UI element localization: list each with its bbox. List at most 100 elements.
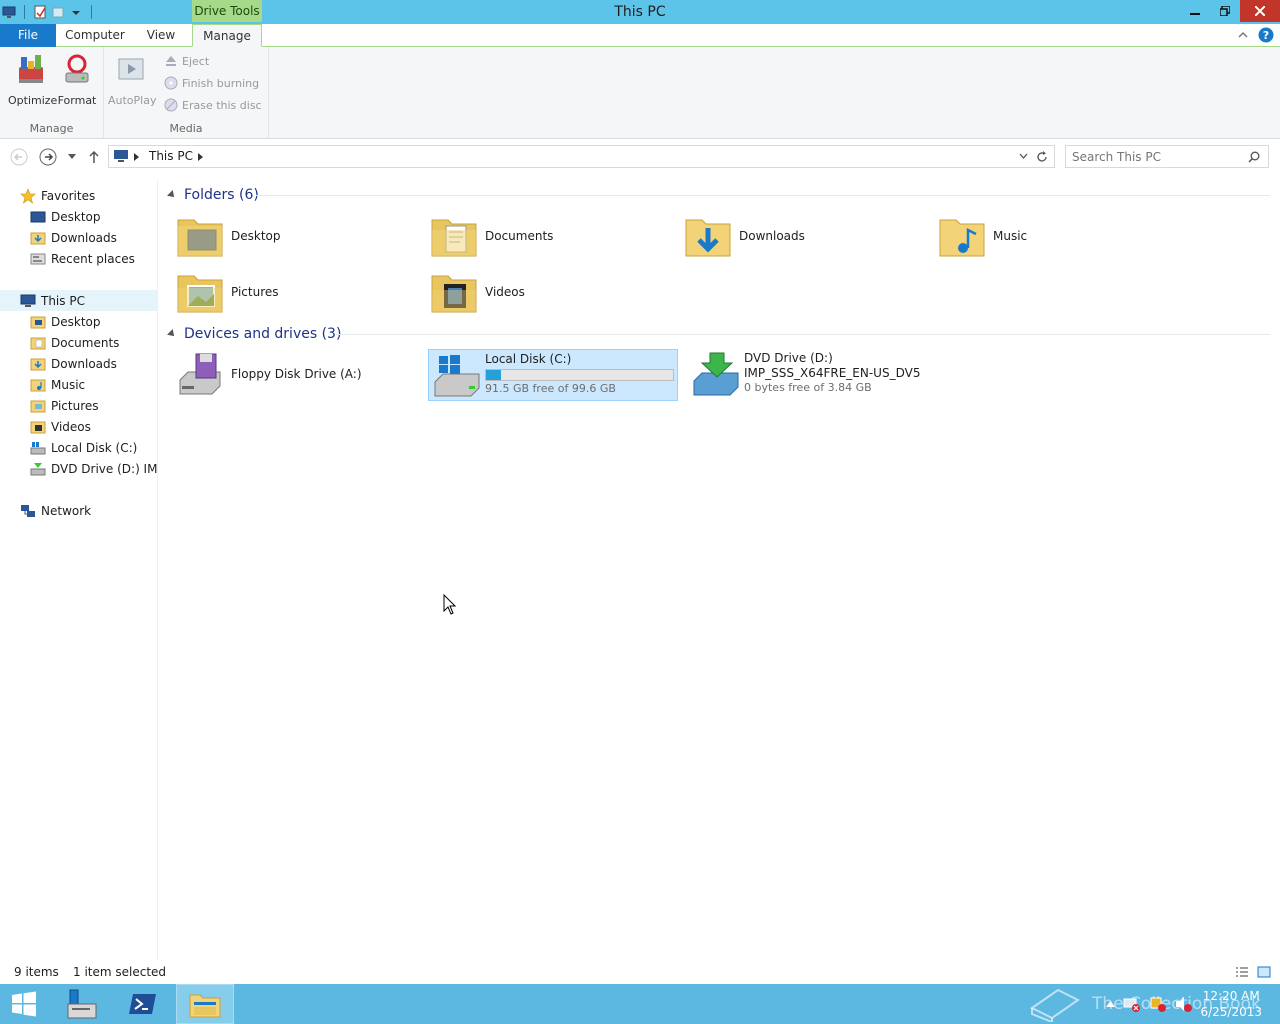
system-tray (1106, 996, 1193, 1012)
up-button[interactable] (84, 147, 104, 167)
this-pc-icon (114, 150, 128, 162)
content-pane: Folders (6) Desktop Documents Downloads … (160, 180, 1280, 960)
devices-group-header[interactable]: Devices and drives (3) (167, 323, 341, 345)
ribbon-group-manage: Optimize Format Manage (0, 47, 104, 139)
nav-item-label: Pictures (51, 398, 99, 413)
music-folder-icon (30, 379, 46, 391)
optimize-button[interactable]: Optimize (8, 53, 58, 107)
chevron-down-icon (68, 154, 76, 159)
nav-fav-desktop[interactable]: Desktop (0, 206, 158, 227)
hard-drive-icon (434, 355, 480, 397)
drive-tile-floppy[interactable]: Floppy Disk Drive (A:) (160, 348, 410, 400)
folder-tile-music[interactable]: Music (922, 210, 1172, 262)
nav-network[interactable]: Network (0, 500, 158, 521)
autoplay-label: AutoPlay (108, 94, 157, 107)
finish-burning-label: Finish burning (182, 76, 260, 90)
minimize-button[interactable] (1180, 0, 1210, 22)
folders-group-header[interactable]: Folders (6) (167, 184, 259, 206)
nav-this-pc[interactable]: This PC (0, 290, 158, 311)
nav-pc-desktop[interactable]: Desktop (0, 311, 158, 332)
start-button[interactable] (0, 984, 48, 1024)
group-divider (256, 195, 1270, 196)
taskbar-server-manager[interactable] (58, 984, 104, 1024)
nav-pc-documents[interactable]: Documents (0, 332, 158, 353)
nav-pc-music[interactable]: Music (0, 374, 158, 395)
nav-pc-downloads[interactable]: Downloads (0, 353, 158, 374)
autoplay-button[interactable]: AutoPlay (108, 53, 157, 107)
refresh-icon[interactable] (1036, 151, 1048, 163)
details-view-icon[interactable] (1235, 966, 1249, 978)
network-status-icon[interactable] (1123, 996, 1141, 1012)
erase-disc-button[interactable]: Erase this disc (164, 95, 262, 115)
close-button[interactable] (1240, 0, 1280, 22)
tab-file[interactable]: File (0, 24, 56, 47)
folder-tile-downloads[interactable]: Downloads (668, 210, 918, 262)
dvd-free-space: 0 bytes free of 3.84 GB (744, 381, 872, 394)
nav-item-label: Videos (51, 419, 91, 434)
folder-tile-documents[interactable]: Documents (414, 210, 664, 262)
address-bar[interactable]: This PC (108, 145, 1055, 168)
restore-icon (1220, 6, 1230, 16)
folder-tile-desktop[interactable]: Desktop (160, 210, 410, 262)
nav-fav-downloads[interactable]: Downloads (0, 227, 158, 248)
nav-pc-pictures[interactable]: Pictures (0, 395, 158, 416)
nav-favorites[interactable]: Favorites (0, 185, 158, 206)
nav-item-label: Downloads (51, 230, 117, 245)
nav-pc-local-disk[interactable]: Local Disk (C:) (0, 437, 158, 458)
search-box[interactable] (1065, 145, 1269, 168)
downloads-folder-icon (30, 232, 46, 244)
local-disk-label: Local Disk (C:) (485, 352, 572, 366)
nav-pc-videos[interactable]: Videos (0, 416, 158, 437)
erase-disc-icon (164, 98, 178, 112)
taskbar-file-explorer[interactable] (176, 984, 234, 1024)
nav-fav-recent-places[interactable]: Recent places (0, 248, 158, 269)
erase-disc-label: Erase this disc (182, 98, 262, 112)
dvd-drive-icon (693, 352, 739, 396)
window-title: This PC (614, 4, 666, 20)
recent-locations-button[interactable] (62, 147, 82, 167)
back-button[interactable] (9, 147, 29, 167)
show-hidden-icons-icon[interactable] (1106, 1001, 1115, 1007)
drive-tile-local-disk[interactable]: Local Disk (C:) 91.5 GB free of 99.6 GB (428, 349, 678, 401)
forward-arrow-icon (39, 148, 57, 166)
taskbar-powershell[interactable] (120, 984, 166, 1024)
nav-this-pc-label: This PC (41, 294, 85, 308)
volume-muted-icon[interactable] (1175, 996, 1193, 1012)
ribbon: Optimize Format Manage AutoPlay Eject Fi… (0, 47, 1280, 139)
search-input[interactable] (1072, 147, 1242, 166)
taskbar-clock[interactable]: 12:20 AM 6/25/2013 (1200, 988, 1262, 1020)
breadcrumb-this-pc[interactable]: This PC (149, 146, 193, 167)
clock-date: 6/25/2013 (1200, 1005, 1262, 1019)
ribbon-group-label: Manage (29, 122, 74, 135)
tab-view[interactable]: View (138, 24, 184, 47)
address-dropdown-icon[interactable] (1019, 153, 1028, 160)
action-center-icon[interactable] (1149, 996, 1167, 1012)
eject-button[interactable]: Eject (164, 51, 209, 71)
folder-tile-pictures[interactable]: Pictures (160, 266, 410, 318)
drive-tile-dvd[interactable]: DVD Drive (D:) IMP_SSS_X64FRE_EN-US_DV5 … (688, 349, 938, 401)
large-icons-view-icon[interactable] (1257, 966, 1271, 978)
collapse-ribbon-icon[interactable] (1238, 31, 1248, 39)
nav-item-label: DVD Drive (D:) IMP_SSS_X64FRE_EN-US_DV5 (51, 461, 158, 476)
restore-button[interactable] (1210, 0, 1240, 22)
local-disk-free-space: 91.5 GB free of 99.6 GB (485, 382, 616, 395)
search-icon[interactable] (1248, 151, 1260, 163)
navigation-pane: Favorites Desktop Downloads Recent place… (0, 180, 158, 960)
forward-button[interactable] (38, 147, 58, 167)
format-button[interactable]: Format (54, 53, 100, 107)
folder-label: Desktop (231, 229, 281, 243)
help-icon[interactable]: ? (1258, 27, 1274, 43)
nav-item-label: Recent places (51, 251, 135, 266)
star-icon (20, 187, 36, 204)
breadcrumb-chevron-icon[interactable] (134, 153, 139, 161)
burn-disc-icon (164, 76, 178, 90)
optimize-label: Optimize (8, 94, 58, 107)
breadcrumb-chevron-icon[interactable] (198, 153, 203, 161)
folder-label: Documents (485, 229, 554, 243)
status-bar: 9 items 1 item selected (0, 962, 1280, 984)
tab-computer[interactable]: Computer (60, 24, 130, 47)
tab-manage[interactable]: Manage (192, 24, 262, 47)
finish-burning-button[interactable]: Finish burning (164, 73, 259, 93)
nav-pc-dvd-drive[interactable]: DVD Drive (D:) IMP_SSS_X64FRE_EN-US_DV5 (0, 458, 158, 479)
folder-tile-videos[interactable]: Videos (414, 266, 664, 318)
